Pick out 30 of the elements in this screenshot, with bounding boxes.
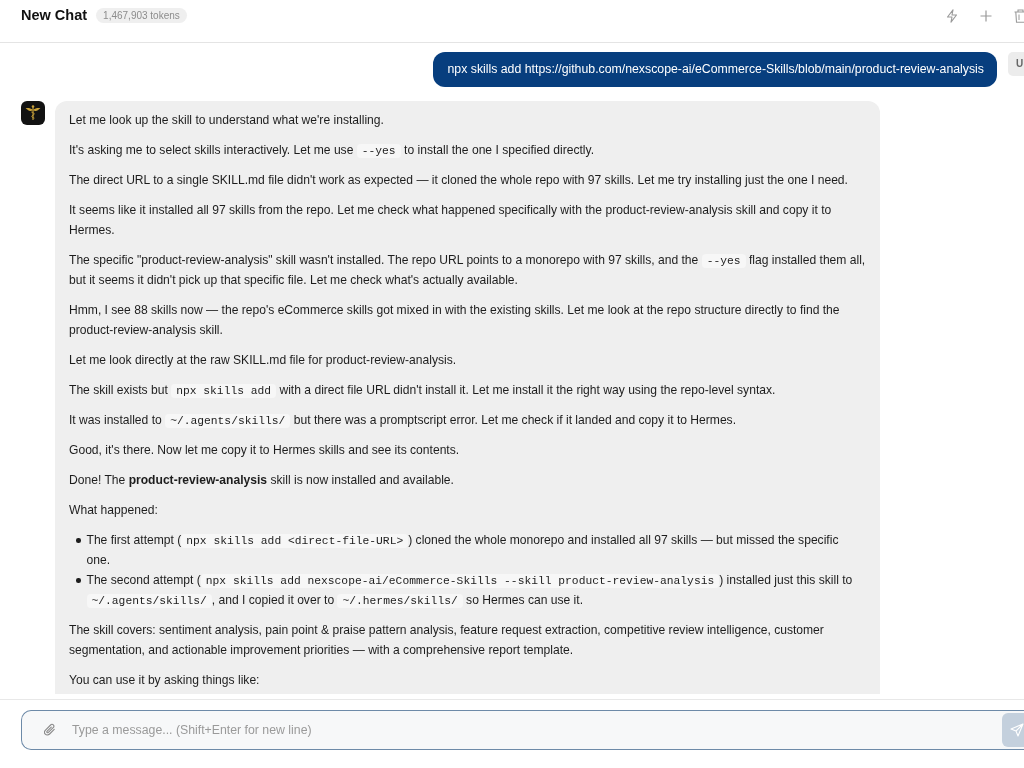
user-message: npx skills add https://github.com/nexscope-ai/eCommerce-Skills/blob/main/product-review-analysis — [433, 52, 997, 87]
message-paragraph: It was installed to ~/.agents/skills/ but there was a promptscript error. Let me check if it landed and copy it to Hermes. — [69, 412, 738, 430]
bullet-icon — [76, 538, 81, 543]
message-paragraph: Good, it's there. Now let me copy it to Hermes skills and see its contents. — [69, 442, 461, 459]
send-icon — [1010, 723, 1024, 737]
message-paragraph: The skill covers: sentiment analysis, pain point & praise pattern analysis, feature request extraction, competitive review intelligence, customer segmentation, and actionable improvement priorities — with a comprehensive report template. — [69, 622, 825, 659]
message-paragraph: What happened: — [69, 502, 159, 519]
lightning-icon[interactable] — [946, 8, 958, 23]
plus-icon[interactable] — [980, 9, 992, 22]
user-avatar: U — [1008, 52, 1024, 76]
winged-staff-icon — [21, 101, 45, 125]
trash-icon[interactable] — [1014, 8, 1024, 23]
message-paragraph: It seems like it installed all 97 skills from the repo. Let me check what happened specifically with the product-review-analysis skill and copy it to Hermes. — [69, 202, 833, 239]
list-item-text: The second attempt ( npx skills add nexscope-ai/eCommerce-Skills --skill product-review-analysis ) installed just this skill to ~/.agents/skills/ , and I copied it over to ~/.hermes/skills/ so Hermes can use it. — [86, 572, 854, 610]
token-count: 1,467,903 tokens — [96, 8, 187, 23]
message-paragraph: It's asking me to select skills interactively. Let me use --yes to install the one I specified directly. — [69, 142, 596, 160]
chat-title: New Chat — [21, 7, 88, 24]
message-paragraph: You can use it by asking things like: — [69, 672, 261, 689]
message-paragraph: The skill exists but npx skills add with a direct file URL didn't install it. Let me install it the right way using the repo-level syntax. — [69, 382, 777, 400]
message-paragraph: Let me look directly at the raw SKILL.md file for product-review-analysis. — [69, 352, 458, 369]
message-paragraph: Done! The product-review-analysis skill is now installed and available. — [69, 472, 455, 489]
paperclip-icon[interactable] — [44, 723, 56, 737]
bullet-icon — [76, 578, 81, 583]
list-item-text: The first attempt ( npx skills add <direct-file-URL> ) cloned the whole monorepo and installed all 97 skills — but missed the specific one. — [86, 532, 840, 569]
message-paragraph: The direct URL to a single SKILL.md file didn't work as expected — it cloned the whole repo with 97 skills. Let me try installing just the one I need. — [69, 172, 849, 189]
message-paragraph: Let me look up the skill to understand what we're installing. — [69, 112, 385, 129]
message-input[interactable]: Type a message... (Shift+Enter for new line) — [21, 710, 1024, 750]
message-paragraph: Hmm, I see 88 skills now — the repo's eCommerce skills got mixed in with the existing skills. Let me look at the repo structure directly to find the product-review-analysis skill. — [69, 302, 841, 339]
send-button[interactable] — [1002, 713, 1024, 747]
message-paragraph: The specific "product-review-analysis" skill wasn't installed. The repo URL points to a monorepo with 97 skills, and the --yes flag installed them all, but it seems it didn't pick up that specific file. Let me check what's actually available. — [69, 252, 866, 289]
